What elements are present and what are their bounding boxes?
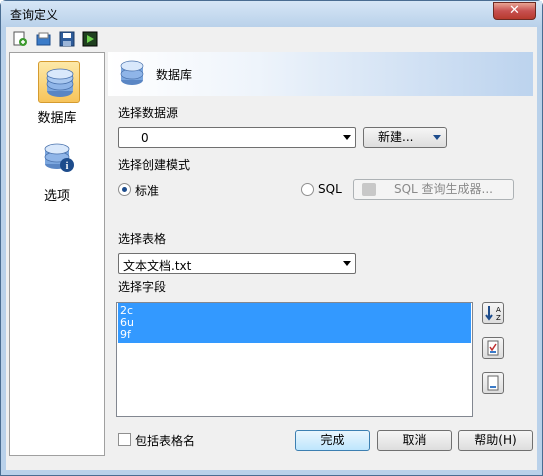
table-label: 选择表格: [118, 232, 167, 246]
new-datasource-label: 新建...: [378, 130, 414, 144]
new-datasource-button[interactable]: 新建...: [363, 127, 447, 148]
sql-radio[interactable]: [301, 183, 314, 196]
database-icon: [38, 61, 80, 103]
banner-database-icon: [116, 57, 148, 89]
database-info-icon: i: [38, 139, 80, 181]
standard-radio[interactable]: [118, 183, 131, 196]
sql-query-builder-label: SQL 查询生成器...: [393, 182, 493, 196]
datasource-label: 选择数据源: [118, 106, 179, 120]
svg-text:A: A: [496, 306, 501, 314]
chevron-down-icon: [343, 135, 351, 140]
banner: 数据库: [108, 52, 533, 96]
new-query-icon[interactable]: [12, 31, 28, 47]
sort-az-icon: A Z: [485, 306, 501, 322]
client-area: 数据库 i 选项 数据库 选择数据源 0 新建... 选择创建模式 标准 SQL…: [6, 27, 537, 470]
close-button[interactable]: ✕: [493, 2, 536, 20]
chevron-down-icon: [343, 261, 351, 266]
banner-title: 数据库: [156, 68, 193, 82]
table-value: 文本文档.txt: [123, 259, 192, 273]
include-table-name-label: 包括表格名: [135, 434, 196, 448]
open-icon[interactable]: [36, 31, 52, 47]
list-item[interactable]: 9f: [118, 329, 471, 341]
mode-label: 选择创建模式: [118, 158, 191, 172]
help-button[interactable]: 帮助(H): [458, 430, 533, 451]
datasource-value: 0: [141, 131, 149, 145]
window-title: 查询定义: [10, 8, 59, 22]
svg-text:Z: Z: [496, 314, 501, 322]
list-item[interactable]: 2c: [118, 305, 471, 317]
fields-listbox[interactable]: 2c 6u 9f: [116, 302, 473, 417]
finish-button[interactable]: 完成: [295, 430, 370, 451]
nav-label-database: 数据库: [37, 111, 77, 126]
save-icon[interactable]: [59, 31, 75, 47]
query-builder-icon: [362, 183, 376, 196]
list-item[interactable]: 6u: [118, 317, 471, 329]
chevron-down-icon: [433, 135, 441, 140]
main-panel: 数据库 选择数据源 0 新建... 选择创建模式 标准 SQL SQL 查询生成…: [108, 52, 533, 456]
document-icon: [487, 375, 499, 391]
sql-query-builder-button[interactable]: SQL 查询生成器...: [353, 179, 514, 200]
left-nav: 数据库 i 选项: [9, 52, 105, 456]
query-definition-dialog: 查询定义 ✕ 数据库 i 选项 数据库 选择数据源 0 新建... 选择创建模式…: [0, 0, 543, 476]
checklist-icon: [487, 340, 499, 356]
nav-label-options: 选项: [43, 189, 70, 204]
standard-radio-label: 标准: [135, 184, 160, 198]
sort-button[interactable]: A Z: [482, 302, 504, 324]
title-bar[interactable]: 查询定义 ✕: [1, 1, 542, 27]
run-icon[interactable]: [82, 31, 98, 47]
select-all-button[interactable]: [482, 337, 504, 359]
cancel-button[interactable]: 取消: [377, 430, 452, 451]
fields-label: 选择字段: [118, 280, 167, 294]
table-select[interactable]: 文本文档.txt: [118, 253, 356, 274]
toolbar: [6, 27, 537, 51]
sql-radio-label: SQL: [318, 182, 342, 196]
include-table-name-checkbox[interactable]: [118, 433, 131, 446]
clear-selection-button[interactable]: [482, 372, 504, 394]
nav-item-database[interactable]: 数据库: [10, 57, 104, 135]
datasource-select[interactable]: 0: [118, 127, 356, 148]
nav-item-options[interactable]: i 选项: [10, 139, 104, 217]
svg-text:i: i: [66, 161, 69, 172]
